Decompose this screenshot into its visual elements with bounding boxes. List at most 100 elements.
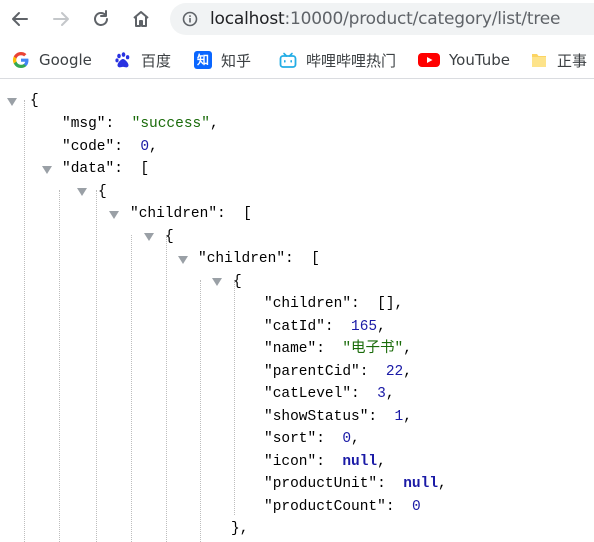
bookmark-folder-zhengshi[interactable]: 正事 xyxy=(530,49,587,71)
open-brace: { xyxy=(165,229,174,245)
bookmark-zhihu[interactable]: 知 知乎 xyxy=(194,49,251,71)
bookmark-label: 哔哩哔哩热门 xyxy=(306,51,397,70)
json-line: { xyxy=(30,90,39,112)
json-number: 165 xyxy=(351,319,378,335)
collapse-toggle[interactable] xyxy=(77,188,87,196)
json-line: "children": [ xyxy=(130,206,252,222)
collapse-toggle[interactable] xyxy=(42,166,52,174)
browser-toolbar: localhost:10000/product/category/list/tr… xyxy=(0,0,594,38)
json-number: 0 xyxy=(411,499,421,515)
json-key: "catId" xyxy=(264,319,325,335)
reload-button[interactable] xyxy=(86,4,116,34)
json-key: "children" xyxy=(264,296,352,312)
open-brace: { xyxy=(233,274,242,290)
json-number: 1 xyxy=(394,409,404,425)
collapse-toggle[interactable] xyxy=(109,211,119,219)
open-bracket: [ xyxy=(140,161,150,177)
json-line: { xyxy=(165,226,174,248)
bookmark-youtube[interactable]: YouTube xyxy=(418,49,510,71)
indent-guide xyxy=(24,100,25,542)
url-path: :10000/product/category/list/tree xyxy=(284,9,561,29)
json-key: "sort" xyxy=(264,431,317,447)
forward-button[interactable] xyxy=(46,4,76,34)
home-icon xyxy=(133,11,149,27)
json-null: null xyxy=(403,476,439,492)
json-line: "data": [ xyxy=(62,161,150,177)
json-line: "msg": "success", xyxy=(62,116,219,132)
url-host: localhost xyxy=(210,9,285,29)
json-key: "name" xyxy=(264,341,317,357)
bookmark-label: 百度 xyxy=(141,51,172,70)
json-key: "children" xyxy=(130,206,218,222)
json-number: 0 xyxy=(342,431,352,447)
bookmark-label: Google xyxy=(39,51,92,69)
json-line: "catLevel": 3, xyxy=(264,386,395,402)
open-bracket: [ xyxy=(243,206,252,222)
json-viewer: { "msg": "success", "code": 0, "data": [… xyxy=(0,80,594,542)
json-key: "productCount" xyxy=(264,499,386,515)
json-line: "catId": 165, xyxy=(264,319,386,335)
arrow-right-icon xyxy=(53,12,69,26)
json-number: 0 xyxy=(140,139,150,155)
indent-guide xyxy=(166,235,167,542)
home-button[interactable] xyxy=(126,4,156,34)
json-line: "productUnit": null, xyxy=(264,476,447,492)
info-icon[interactable] xyxy=(182,11,198,27)
json-line: }, xyxy=(231,518,248,540)
json-key: "data" xyxy=(62,161,115,177)
bookmark-label: YouTube xyxy=(449,51,510,69)
json-string: "success" xyxy=(131,116,210,132)
json-key: "showStatus" xyxy=(264,409,369,425)
youtube-icon xyxy=(418,51,440,69)
json-key: "children" xyxy=(198,251,286,267)
json-line: "code": 0, xyxy=(62,139,158,155)
json-key: "icon" xyxy=(264,454,317,470)
object-end: }, xyxy=(231,521,249,537)
json-number: 3 xyxy=(377,386,386,402)
folder-icon xyxy=(530,51,548,69)
collapse-toggle[interactable] xyxy=(7,98,17,106)
open-brace: { xyxy=(98,184,107,200)
open-brace: { xyxy=(30,93,39,109)
bookmark-baidu[interactable]: 百度 xyxy=(114,49,171,71)
bilibili-icon xyxy=(279,51,297,69)
json-key: "msg" xyxy=(62,116,106,132)
json-line: "sort": 0, xyxy=(264,431,360,447)
indent-guide xyxy=(200,280,201,542)
zhihu-icon: 知 xyxy=(194,51,212,69)
bookmark-google[interactable]: Google xyxy=(12,49,92,71)
json-line: "children": [], xyxy=(264,296,404,312)
bookmark-label: 知乎 xyxy=(221,51,252,70)
google-icon xyxy=(12,51,30,69)
indent-guide xyxy=(96,190,97,542)
json-string: "电子书" xyxy=(342,341,404,357)
bookmark-bilibili[interactable]: 哔哩哔哩热门 xyxy=(279,49,396,71)
json-null: null xyxy=(342,454,378,470)
json-key: "code" xyxy=(62,139,115,155)
indent-guide xyxy=(234,280,235,515)
collapse-toggle[interactable] xyxy=(144,233,154,241)
baidu-paw-icon xyxy=(114,51,132,69)
json-line: "parentCid": 22, xyxy=(264,364,412,380)
json-line: "name": "电子书", xyxy=(264,341,412,357)
address-bar[interactable]: localhost:10000/product/category/list/tr… xyxy=(170,3,594,35)
back-button[interactable] xyxy=(5,4,35,34)
collapse-toggle[interactable] xyxy=(212,278,222,286)
url-text[interactable]: localhost:10000/product/category/list/tr… xyxy=(210,9,561,29)
indent-guide xyxy=(59,190,60,542)
bookmarks-bar: Google 百度 知 知乎 哔哩哔哩热门 YouTube 正事 xyxy=(0,42,594,79)
collapse-toggle[interactable] xyxy=(178,256,188,264)
bookmark-label: 正事 xyxy=(557,51,588,70)
json-line: "children": [ xyxy=(198,251,320,267)
open-bracket: [ xyxy=(311,251,320,267)
indent-guide xyxy=(131,235,132,542)
empty-array: [] xyxy=(377,296,395,312)
reload-icon xyxy=(94,10,108,26)
json-line: { xyxy=(233,271,242,293)
json-number: 22 xyxy=(385,364,404,380)
json-key: "productUnit" xyxy=(264,476,378,492)
json-line: "productCount": 0 xyxy=(264,499,421,515)
json-line: "showStatus": 1, xyxy=(264,409,412,425)
arrow-left-icon xyxy=(12,12,28,26)
json-key: "catLevel" xyxy=(264,386,352,402)
